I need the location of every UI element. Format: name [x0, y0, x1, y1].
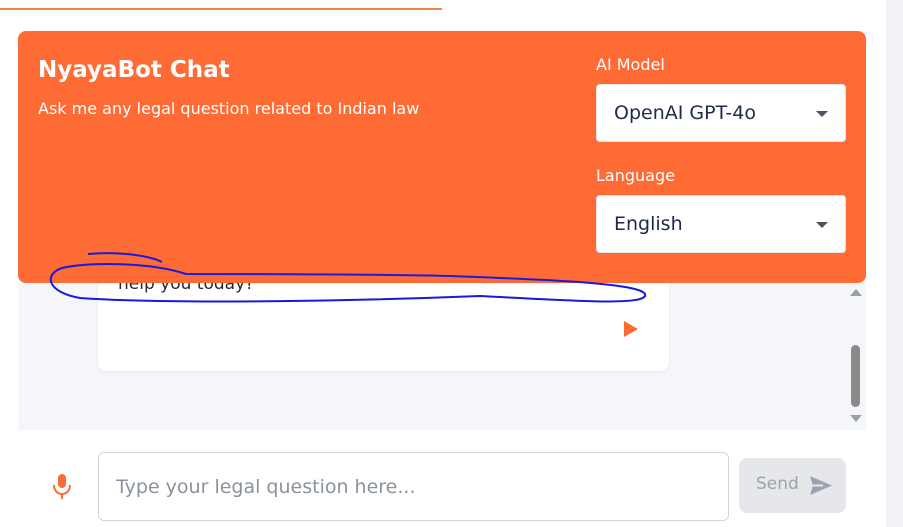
chevron-down-icon — [816, 222, 828, 228]
scroll-thumb[interactable] — [851, 345, 860, 407]
page-subtitle: Ask me any legal question related to Ind… — [38, 99, 420, 118]
ai-model-value: OpenAI GPT-4o — [614, 102, 756, 124]
chat-page: help you today? NyayaBot Chat Ask me any… — [0, 0, 903, 527]
send-arrow-icon — [810, 476, 832, 495]
send-button[interactable]: Send — [739, 458, 846, 513]
send-label: Send — [756, 474, 799, 494]
language-select[interactable]: English — [596, 195, 846, 253]
scroll-up-arrow-icon[interactable] — [850, 289, 862, 296]
chevron-down-icon — [816, 111, 828, 117]
language-value: English — [614, 213, 683, 235]
page-scroll-track — [886, 0, 903, 527]
message-scrollbar[interactable] — [848, 287, 864, 427]
play-icon[interactable] — [623, 320, 639, 338]
question-input[interactable] — [98, 452, 729, 521]
tab-underline — [0, 8, 442, 10]
language-label: Language — [596, 166, 675, 185]
microphone-icon[interactable] — [52, 472, 72, 500]
ai-model-select[interactable]: OpenAI GPT-4o — [596, 84, 846, 142]
chat-header: NyayaBot Chat Ask me any legal question … — [18, 31, 866, 283]
ai-model-label: AI Model — [596, 55, 665, 74]
composer-bar: Send — [18, 432, 866, 527]
page-title: NyayaBot Chat — [38, 57, 230, 83]
scroll-down-arrow-icon[interactable] — [850, 415, 862, 422]
